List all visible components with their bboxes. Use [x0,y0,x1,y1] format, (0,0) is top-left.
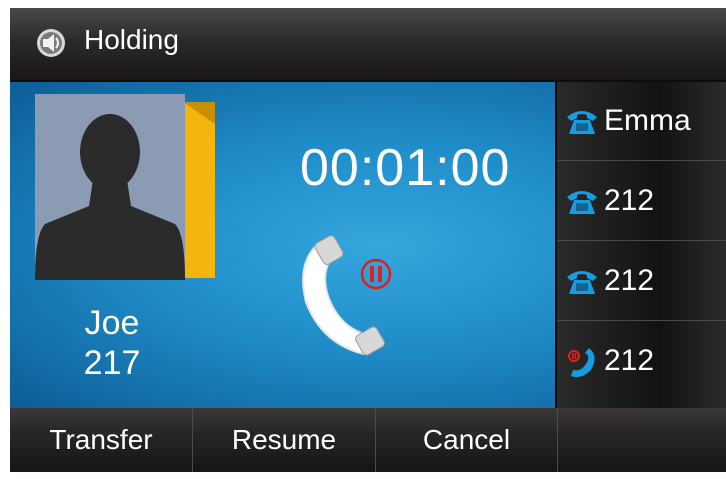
phone-screen: Holding Joe 217 00:01:00 Emma 212 212 21… [10,8,726,472]
line-key-4[interactable]: 212 [557,322,726,400]
status-bar: Holding [10,8,726,82]
line-label: 212 [604,264,655,297]
cancel-softkey[interactable]: Cancel [376,408,558,472]
status-title: Holding [84,24,179,55]
contact-avatar [35,94,215,280]
line-key-2[interactable]: 212 [557,162,726,241]
resume-softkey[interactable]: Resume [193,408,376,472]
line-key-1[interactable]: Emma [557,82,726,161]
line-key-3[interactable]: 212 [557,242,726,321]
line-label: Emma [604,104,691,137]
phone-icon [567,271,597,294]
caller-name: Joe [84,304,140,342]
phone-icon [567,191,597,214]
caller-number: 217 [83,344,141,382]
handset-hold-icon [568,348,595,378]
line-list: Emma 212 212 212 [555,82,726,408]
speaker-icon [37,29,65,57]
call-duration: 00:01:00 [300,139,511,197]
empty-softkey[interactable] [558,408,726,472]
handset-on-hold-icon [302,235,392,356]
line-label: 212 [604,344,655,377]
softkey-bar: Transfer Resume Cancel [10,408,726,472]
transfer-softkey[interactable]: Transfer [10,408,193,472]
line-label: 212 [604,184,655,217]
call-area: Joe 217 00:01:00 Emma 212 212 212 [10,82,726,408]
phone-icon [567,111,597,134]
